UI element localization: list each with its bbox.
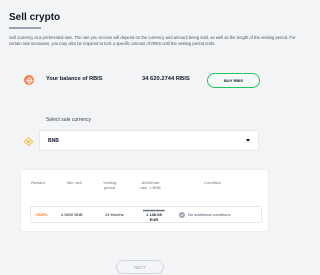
sale-currency-select[interactable]: BNB: [39, 130, 259, 151]
check-icon: [179, 212, 185, 218]
page-title: Sell crypto: [9, 12, 61, 23]
title-underline: [9, 27, 41, 29]
selected-currency: BNB: [48, 138, 59, 144]
header-rate-line2: rate, 1 BNB: [140, 185, 161, 190]
table-row[interactable]: +300% 0.5840 BNB 24 Months 283.33 EUR 1 …: [30, 206, 262, 223]
balance-amount: 34 620.2744 RBIS: [142, 76, 190, 82]
chevron-down-icon: [246, 139, 250, 142]
offers-table: Reward Min. sell Vesting period ArbiSmar…: [20, 169, 269, 232]
balance-row: Your balance of RBIS 34 620.2744 RBIS BU…: [24, 73, 260, 88]
buy-rbis-button[interactable]: BUY RBIS: [207, 73, 260, 88]
condition-value: No additional conditions: [188, 212, 231, 217]
header-vesting-line2: period: [104, 185, 116, 190]
balance-label: Your balance of RBIS: [46, 76, 103, 82]
header-reward: Reward: [31, 180, 45, 185]
sale-currency-label: Select sale currency: [46, 117, 92, 123]
rbis-token-icon: [24, 75, 34, 85]
bnb-icon: [24, 137, 33, 146]
header-min-sell: Min. sell: [67, 180, 82, 185]
header-rate: ArbiSmart rate, 1 BNB: [140, 180, 161, 190]
header-vesting: Vesting period: [103, 180, 116, 190]
new-rate-unit: EUR: [149, 217, 159, 223]
vesting-value: 24 Months: [105, 212, 124, 217]
min-sell-value: 0.5840 BNB: [61, 212, 83, 217]
reward-value: +300%: [35, 212, 48, 217]
next-button[interactable]: NEXT: [116, 260, 164, 274]
rate-values: 283.33 EUR 1 136.08 EUR: [143, 208, 165, 223]
header-condition: Condition: [204, 180, 221, 185]
intro-text: Sell currency at a preferential rate. Th…: [9, 35, 296, 46]
